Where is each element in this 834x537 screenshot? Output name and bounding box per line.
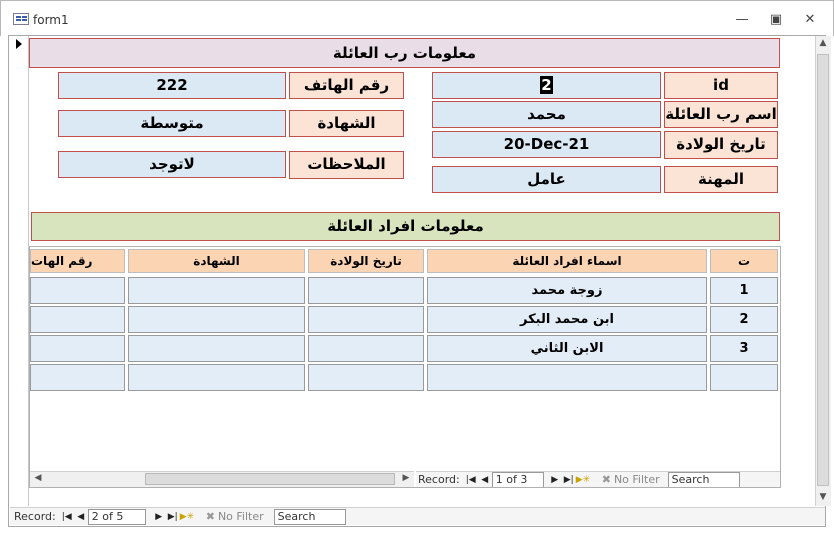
- subform-hscroll-thumb[interactable]: [145, 473, 395, 485]
- no-filter[interactable]: No Filter: [218, 510, 264, 523]
- subform-prev-record-icon[interactable]: ◀: [478, 475, 492, 485]
- members-section-title: معلومات افراد العائلة: [31, 212, 780, 241]
- row-2-degree[interactable]: [128, 306, 305, 333]
- close-icon[interactable]: ✕: [796, 10, 824, 30]
- restore-icon[interactable]: ▣: [762, 10, 790, 30]
- new-record-icon[interactable]: ▶✳: [180, 512, 194, 522]
- row-1-degree[interactable]: [128, 277, 305, 304]
- title-bar: [0, 0, 834, 36]
- phone-field[interactable]: 222: [58, 72, 286, 99]
- job-field[interactable]: عامل: [432, 166, 661, 193]
- subform-no-filter[interactable]: No Filter: [614, 473, 660, 486]
- next-record-icon[interactable]: ▶: [152, 512, 166, 522]
- subform-last-record-icon[interactable]: ▶|: [562, 475, 576, 485]
- row-new-seq[interactable]: [710, 364, 778, 391]
- row-2-name[interactable]: ابن محمد البكر: [427, 306, 707, 333]
- row-new-phone[interactable]: [30, 364, 125, 391]
- degree-field[interactable]: متوسطة: [58, 110, 286, 137]
- record-label: Record:: [14, 510, 56, 523]
- row-3-name[interactable]: الابن الثاني: [427, 335, 707, 362]
- notes-label: الملاحظات: [289, 151, 404, 179]
- search-field[interactable]: Search: [273, 508, 346, 525]
- row-new-name[interactable]: [427, 364, 707, 391]
- subform-record-nav: Record: |◀ ◀ 1 of 3 ▶ ▶| ▶✳ ✖ No Filter …: [416, 471, 780, 487]
- row-3-degree[interactable]: [128, 335, 305, 362]
- scroll-left-icon[interactable]: ◀: [32, 473, 44, 485]
- current-record-arrow-icon: [16, 39, 22, 49]
- window-title: form1: [33, 13, 69, 27]
- prev-record-icon[interactable]: ◀: [74, 512, 88, 522]
- subform-search-field[interactable]: Search: [667, 471, 740, 487]
- col-header-dob[interactable]: تاريخ الولادة: [308, 249, 424, 273]
- main-vscroll-thumb[interactable]: [817, 54, 829, 486]
- row-1-seq[interactable]: 1: [710, 277, 778, 304]
- dob-field[interactable]: 20-Dec-21: [432, 131, 661, 158]
- row-3-dob[interactable]: [308, 335, 424, 362]
- first-record-icon[interactable]: |◀: [60, 512, 74, 522]
- subform-first-record-icon[interactable]: |◀: [464, 475, 478, 485]
- subform-filter-icon[interactable]: ✖: [602, 473, 611, 486]
- row-2-phone[interactable]: [30, 306, 125, 333]
- members-subform: ت اسماء افراد العائلة تاريخ الولادة الشه…: [29, 246, 781, 488]
- head-name-field[interactable]: محمد: [432, 101, 661, 128]
- row-1-name[interactable]: زوجة محمد: [427, 277, 707, 304]
- subform-record-label: Record:: [418, 473, 460, 486]
- id-field[interactable]: 2: [432, 72, 661, 99]
- row-new-degree[interactable]: [128, 364, 305, 391]
- filter-icon[interactable]: ✖: [206, 510, 215, 523]
- main-record-nav: Record: |◀ ◀ 2 of 5 ▶ ▶| ▶✳ ✖ No Filter …: [10, 507, 825, 525]
- subform-record-position[interactable]: 1 of 3: [491, 471, 544, 487]
- row-1-dob[interactable]: [308, 277, 424, 304]
- notes-field[interactable]: لاتوجد: [58, 151, 286, 178]
- form-icon: [13, 13, 29, 25]
- row-3-phone[interactable]: [30, 335, 125, 362]
- subform-next-record-icon[interactable]: ▶: [548, 475, 562, 485]
- phone-label: رقم الهاتف: [289, 72, 404, 99]
- row-1-phone[interactable]: [30, 277, 125, 304]
- record-selector[interactable]: [9, 36, 29, 506]
- row-new-dob[interactable]: [308, 364, 424, 391]
- record-position[interactable]: 2 of 5: [87, 508, 146, 525]
- row-2-seq[interactable]: 2: [710, 306, 778, 333]
- degree-label: الشهادة: [289, 110, 404, 137]
- row-2-dob[interactable]: [308, 306, 424, 333]
- col-header-seq[interactable]: ت: [710, 249, 778, 273]
- scroll-up-icon[interactable]: ▲: [817, 38, 829, 50]
- head-section-title: معلومات رب العائلة: [29, 38, 780, 68]
- col-header-member-name[interactable]: اسماء افراد العائلة: [427, 249, 707, 273]
- id-label: id: [664, 72, 778, 99]
- head-name-label: اسم رب العائلة: [664, 101, 778, 128]
- minimize-icon[interactable]: —: [728, 10, 756, 30]
- last-record-icon[interactable]: ▶|: [166, 512, 180, 522]
- col-header-phone[interactable]: رقم الهات: [30, 249, 125, 273]
- scroll-right-icon[interactable]: ▶: [400, 473, 412, 485]
- col-header-degree[interactable]: الشهادة: [128, 249, 305, 273]
- row-3-seq[interactable]: 3: [710, 335, 778, 362]
- dob-label: تاريخ الولادة: [664, 131, 778, 159]
- subform-new-record-icon[interactable]: ▶✳: [576, 475, 590, 485]
- job-label: المهنة: [664, 166, 778, 193]
- scroll-down-icon[interactable]: ▼: [817, 492, 829, 504]
